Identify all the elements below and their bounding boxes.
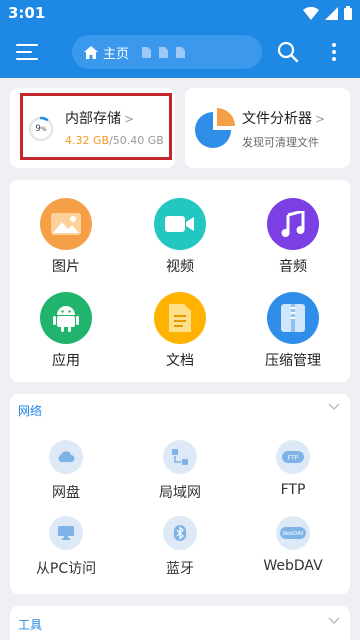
video-icon bbox=[154, 198, 206, 250]
file-analyzer-card[interactable]: 文件分析器 > 发现可清理文件 bbox=[185, 88, 350, 168]
network-item-cloud[interactable]: 网盘 bbox=[16, 440, 116, 502]
android-icon bbox=[40, 292, 92, 344]
folder-icon[interactable] bbox=[159, 47, 168, 58]
bluetooth-icon bbox=[163, 516, 197, 550]
document-icon bbox=[154, 292, 206, 344]
category-audio[interactable]: 音频 bbox=[248, 198, 338, 276]
chevron-down-icon[interactable] bbox=[328, 402, 340, 412]
internal-storage-card[interactable]: 9% 内部存储 > 4.32 GB/50.40 GB bbox=[10, 88, 175, 168]
network-item-pc-access[interactable]: 从PC访问 bbox=[16, 516, 116, 578]
storage-total: /50.40 GB bbox=[109, 134, 164, 147]
storage-used: 4.32 GB bbox=[65, 134, 110, 147]
signal-icon bbox=[325, 6, 338, 20]
webdav-icon: WebDAV bbox=[276, 516, 310, 550]
analyzer-subtitle: 发现可清理文件 bbox=[242, 136, 319, 149]
categories-card: 图片 视频 音频 应用 文档 压缩管理 bbox=[10, 180, 350, 382]
breadcrumb-folders bbox=[142, 47, 185, 58]
category-archives[interactable]: 压缩管理 bbox=[248, 292, 338, 370]
network-card: 网络 网盘 局域网 FTP FTP 从PC访问 蓝牙 WebDAV WebDAV bbox=[10, 394, 350, 594]
folder-icon[interactable] bbox=[176, 47, 185, 58]
chevron-right-icon: > bbox=[124, 112, 135, 126]
breadcrumb: 主页 bbox=[72, 35, 262, 69]
status-bar: 3:01 bbox=[0, 0, 360, 26]
image-icon bbox=[40, 198, 92, 250]
tools-card: 工具 bbox=[10, 606, 350, 640]
network-item-ftp[interactable]: FTP FTP bbox=[243, 440, 343, 498]
chevron-right-icon: > bbox=[315, 112, 326, 126]
ftp-icon: FTP bbox=[276, 440, 310, 474]
network-item-webdav[interactable]: WebDAV WebDAV bbox=[243, 516, 343, 574]
archive-icon bbox=[267, 292, 319, 344]
analyzer-title: 文件分析器 > bbox=[242, 111, 326, 127]
search-icon[interactable] bbox=[276, 40, 300, 64]
pie-chart-icon bbox=[195, 108, 235, 148]
status-icons bbox=[303, 6, 352, 20]
svg-text:WebDAV: WebDAV bbox=[282, 531, 304, 537]
wifi-icon bbox=[303, 6, 319, 20]
home-tab[interactable]: 主页 bbox=[84, 43, 129, 62]
status-time: 3:01 bbox=[8, 4, 46, 22]
pc-access-icon bbox=[49, 516, 83, 550]
folder-icon[interactable] bbox=[142, 47, 151, 58]
network-item-lan[interactable]: 局域网 bbox=[130, 440, 230, 502]
home-tab-label: 主页 bbox=[103, 47, 130, 62]
chevron-down-icon[interactable] bbox=[328, 616, 340, 626]
category-videos[interactable]: 视频 bbox=[135, 198, 225, 276]
network-section-title: 网络 bbox=[18, 404, 43, 418]
app-bar: 主页 bbox=[0, 26, 360, 78]
storage-size: 4.32 GB/50.40 GB bbox=[65, 134, 164, 147]
menu-icon[interactable] bbox=[16, 40, 40, 64]
music-icon bbox=[267, 198, 319, 250]
more-options-icon[interactable] bbox=[326, 40, 342, 64]
network-item-bluetooth[interactable]: 蓝牙 bbox=[130, 516, 230, 578]
category-apps[interactable]: 应用 bbox=[21, 292, 111, 370]
home-icon bbox=[84, 46, 98, 59]
battery-icon bbox=[344, 6, 352, 20]
category-documents[interactable]: 文档 bbox=[135, 292, 225, 370]
tools-section-title: 工具 bbox=[18, 618, 43, 632]
storage-title: 内部存储 > bbox=[65, 111, 135, 127]
lan-icon bbox=[163, 440, 197, 474]
cloud-drive-icon bbox=[49, 440, 83, 474]
category-images[interactable]: 图片 bbox=[21, 198, 111, 276]
storage-percent: 9% bbox=[35, 124, 47, 134]
svg-text:FTP: FTP bbox=[288, 455, 299, 462]
